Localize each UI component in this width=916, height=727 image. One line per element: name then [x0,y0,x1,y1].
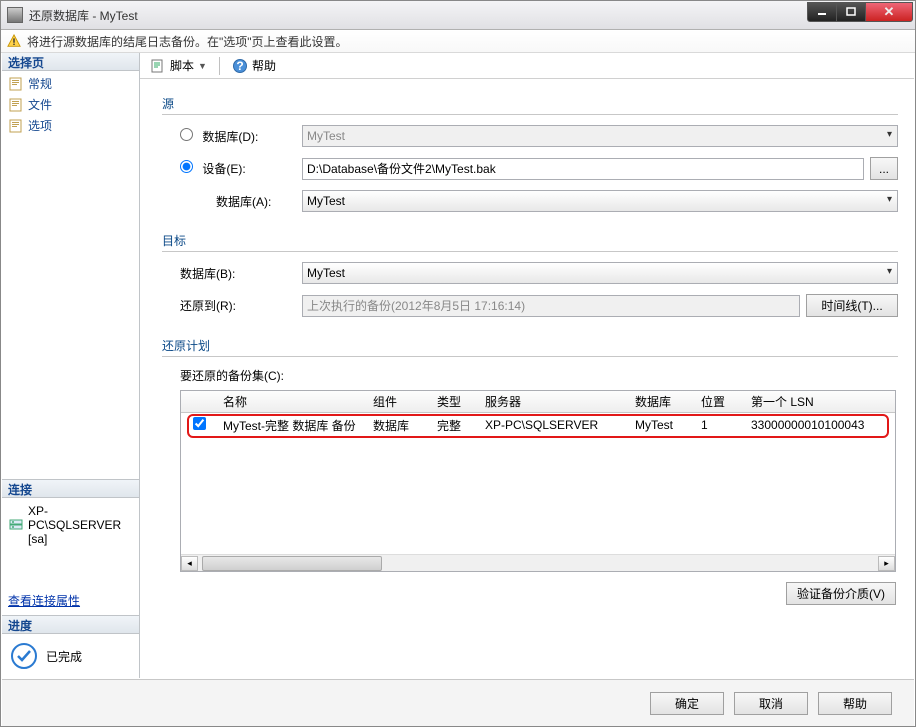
restore-plan-group: 还原计划 要还原的备份集(C): 名称 组件 类型 服务器 数据库 位置 第一个… [162,337,898,605]
scroll-track[interactable] [198,556,878,571]
progress-status: 已完成 [46,648,82,665]
sidebar-item-files[interactable]: 文件 [2,94,139,115]
help-icon: ? [232,58,248,74]
ok-button[interactable]: 确定 [650,692,724,715]
sidebar-item-options[interactable]: 选项 [2,115,139,136]
horizontal-scrollbar[interactable]: ◂ ▸ [181,554,895,571]
help-label: 帮助 [252,57,276,74]
minimize-button[interactable] [807,2,837,22]
backup-sets-label: 要还原的备份集(C): [162,367,898,384]
target-db-select[interactable]: MyTest [302,262,898,284]
scroll-thumb[interactable] [202,556,382,571]
script-label: 脚本 [170,57,194,74]
separator [219,57,220,75]
page-icon [8,97,24,113]
target-group: 目标 数据库(B): MyTest 还原到(R): 时间线(T)... [162,232,898,327]
title-bar: 还原数据库 - MyTest ✕ [1,1,915,30]
view-connection-props-link[interactable]: 查看连接属性 [2,588,86,615]
grid-col-position: 位置 [695,393,745,410]
server-icon [8,517,24,533]
grid-col-type: 类型 [431,393,479,410]
source-db-radio-label[interactable]: 数据库(D): [162,128,302,145]
grid-col-first-lsn: 第一个 LSN [745,393,895,410]
restore-to-value [302,295,800,317]
script-icon [150,58,166,74]
source-device-radio[interactable] [180,160,193,173]
source-group: 源 数据库(D): 设备(E): [162,95,898,222]
verify-media-button[interactable]: 验证备份介质(V) [786,582,896,605]
page-icon [8,118,24,134]
source-device-radio-label[interactable]: 设备(E): [162,160,302,177]
table-row[interactable]: MyTest-完整 数据库 备份 数据库 完整 XP-PC\SQLSERVER … [181,413,895,437]
sidebar-progress-header: 进度 [2,616,139,634]
success-icon [10,642,38,670]
cell-component: 数据库 [367,417,431,434]
browse-device-button[interactable]: ... [870,157,898,180]
sidebar-item-general[interactable]: 常规 [2,73,139,94]
cell-type: 完整 [431,417,479,434]
source-db-value [302,125,898,147]
grid-col-component: 组件 [367,393,431,410]
grid-header: 名称 组件 类型 服务器 数据库 位置 第一个 LSN [181,391,895,413]
target-group-title: 目标 [162,232,898,252]
connection-value: XP-PC\SQLSERVER [sa] [28,504,133,546]
warning-text: 将进行源数据库的结尾日志备份。在"选项"页上查看此设置。 [27,33,348,50]
chevron-down-icon: ▼ [198,61,207,71]
sidebar: 选择页 常规 文件 选项 连接 X [2,53,140,678]
sidebar-item-label: 选项 [28,117,52,134]
target-db-label: 数据库(B): [162,265,302,282]
source-db-label-text: 数据库(D): [202,130,258,144]
page-icon [8,76,24,92]
help-button[interactable]: ? 帮助 [228,55,280,76]
sidebar-select-page-header: 选择页 [2,53,139,71]
row-checkbox[interactable] [193,417,206,430]
cell-server: XP-PC\SQLSERVER [479,418,629,432]
timeline-button[interactable]: 时间线(T)... [806,294,898,317]
device-db-label: 数据库(A): [162,193,302,210]
restore-plan-title: 还原计划 [162,337,898,357]
grid-col-name: 名称 [217,393,367,410]
cell-position: 1 [695,418,745,432]
cell-name: MyTest-完整 数据库 备份 [217,417,367,434]
source-group-title: 源 [162,95,898,115]
sidebar-item-label: 常规 [28,75,52,92]
source-device-label-text: 设备(E): [202,162,245,176]
dialog-footer: 确定 取消 帮助 [2,679,914,726]
script-button[interactable]: 脚本 ▼ [146,55,211,76]
maximize-button[interactable] [836,2,866,22]
grid-col-database: 数据库 [629,393,695,410]
app-icon [7,7,23,23]
cancel-button[interactable]: 取消 [734,692,808,715]
footer-help-button[interactable]: 帮助 [818,692,892,715]
device-path-input[interactable] [302,158,864,180]
warning-bar: 将进行源数据库的结尾日志备份。在"选项"页上查看此设置。 [1,30,915,53]
restore-to-label: 还原到(R): [162,297,302,314]
scroll-left-icon[interactable]: ◂ [181,556,198,571]
scroll-right-icon[interactable]: ▸ [878,556,895,571]
grid-col-server: 服务器 [479,393,629,410]
sidebar-item-label: 文件 [28,96,52,113]
window-title: 还原数据库 - MyTest [29,7,808,24]
close-button[interactable]: ✕ [865,2,913,22]
toolbar: 脚本 ▼ ? 帮助 [140,53,914,79]
source-db-radio[interactable] [180,128,193,141]
warning-icon [7,34,21,48]
svg-text:?: ? [236,59,243,73]
backup-sets-grid[interactable]: 名称 组件 类型 服务器 数据库 位置 第一个 LSN MyTest-完整 数据… [180,390,896,572]
sidebar-connection-header: 连接 [2,480,139,498]
device-db-select[interactable]: MyTest [302,190,898,212]
cell-database: MyTest [629,418,695,432]
cell-first-lsn: 33000000010100043 [745,418,895,432]
